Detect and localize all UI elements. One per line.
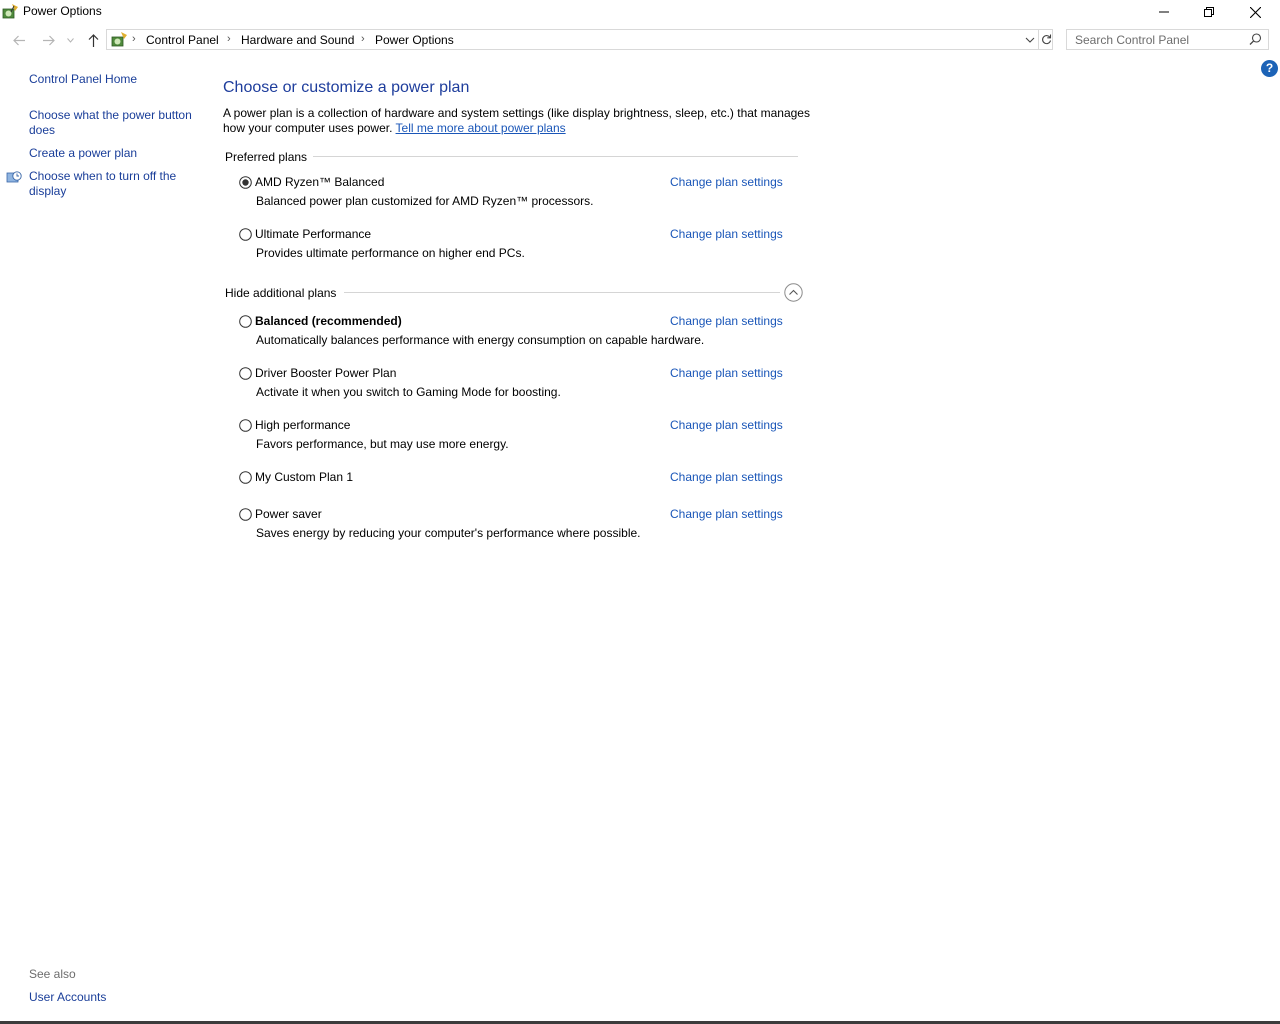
refresh-button[interactable]	[1038, 30, 1054, 49]
search-icon[interactable]	[1249, 33, 1262, 46]
preferred-plans-label: Preferred plans	[225, 150, 314, 164]
breadcrumb-hardware-and-sound[interactable]: Hardware and Sound	[241, 33, 354, 47]
plan-radio-selected[interactable]	[239, 176, 252, 189]
plan-radio[interactable]	[239, 315, 252, 328]
power-plans-help-link[interactable]: Tell me more about power plans	[396, 121, 566, 135]
chevron-down-icon	[66, 37, 74, 43]
plan-radio[interactable]	[239, 471, 252, 484]
power-button-link[interactable]: Choose what the power button does	[29, 108, 201, 138]
plan-description: Provides ultimate performance on higher …	[256, 246, 525, 260]
refresh-icon	[1042, 34, 1052, 45]
plan-name[interactable]: Power saver	[255, 507, 322, 521]
recent-locations-button[interactable]	[64, 31, 76, 49]
back-arrow-icon	[12, 35, 25, 45]
plan-name[interactable]: Driver Booster Power Plan	[255, 366, 396, 380]
hide-additional-plans-toggle[interactable]: Hide additional plans	[225, 286, 343, 300]
breadcrumb-control-panel[interactable]: Control Panel	[146, 33, 219, 47]
control-panel-home-link[interactable]: Control Panel Home	[29, 72, 199, 87]
breadcrumb-power-options[interactable]: Power Options	[375, 33, 454, 47]
change-plan-settings-link[interactable]: Change plan settings	[670, 418, 783, 432]
up-button[interactable]	[84, 31, 102, 49]
title-bar: Power Options	[0, 0, 1280, 24]
help-icon[interactable]: ?	[1261, 60, 1278, 77]
turn-off-display-link[interactable]: Choose when to turn off the display	[29, 169, 194, 199]
close-button[interactable]	[1232, 0, 1278, 24]
change-plan-settings-link[interactable]: Change plan settings	[670, 470, 783, 484]
intro-paragraph: A power plan is a collection of hardware…	[223, 106, 813, 136]
plan-name[interactable]: My Custom Plan 1	[255, 470, 353, 484]
user-accounts-link[interactable]: User Accounts	[29, 990, 106, 1004]
search-input[interactable]: Search Control Panel	[1075, 33, 1189, 47]
window-title: Power Options	[23, 4, 102, 18]
restore-button[interactable]	[1186, 0, 1232, 24]
plan-name[interactable]: Ultimate Performance	[255, 227, 371, 241]
control-panel-icon	[111, 32, 127, 47]
up-arrow-icon	[88, 33, 98, 47]
plan-name[interactable]: Balanced (recommended)	[255, 314, 402, 328]
plan-description: Favors performance, but may use more ene…	[256, 437, 509, 451]
plan-name[interactable]: High performance	[255, 418, 350, 432]
back-button[interactable]	[10, 31, 28, 49]
see-also-label: See also	[29, 967, 76, 981]
plan-radio[interactable]	[239, 367, 252, 380]
address-bar[interactable]: › Control Panel › Hardware and Sound › P…	[106, 29, 1053, 50]
search-box[interactable]: Search Control Panel	[1066, 29, 1269, 50]
plan-radio[interactable]	[239, 508, 252, 521]
collapse-chevron-up-icon[interactable]	[784, 283, 803, 302]
display-clock-icon	[6, 171, 22, 183]
plan-name[interactable]: AMD Ryzen™ Balanced	[255, 175, 384, 189]
minimize-icon	[1159, 11, 1169, 13]
change-plan-settings-link[interactable]: Change plan settings	[670, 314, 783, 328]
page-title: Choose or customize a power plan	[223, 79, 470, 96]
plan-radio[interactable]	[239, 419, 252, 432]
divider	[344, 292, 780, 293]
address-dropdown-icon[interactable]	[1023, 33, 1037, 47]
breadcrumb-separator-icon[interactable]: ›	[227, 33, 231, 45]
breadcrumb-separator-icon: ›	[132, 33, 136, 45]
create-power-plan-link[interactable]: Create a power plan	[29, 146, 199, 161]
change-plan-settings-link[interactable]: Change plan settings	[670, 227, 783, 241]
forward-button[interactable]	[39, 31, 57, 49]
plan-description: Saves energy by reducing your computer's…	[256, 526, 641, 540]
power-options-icon	[2, 4, 18, 19]
plan-description: Automatically balances performance with …	[256, 333, 705, 347]
breadcrumb-separator-icon[interactable]: ›	[361, 33, 365, 45]
change-plan-settings-link[interactable]: Change plan settings	[670, 175, 783, 189]
minimize-button[interactable]	[1141, 0, 1187, 24]
restore-icon	[1204, 7, 1214, 17]
plan-description: Balanced power plan customized for AMD R…	[256, 194, 594, 208]
plan-radio[interactable]	[239, 228, 252, 241]
forward-arrow-icon	[42, 35, 55, 45]
change-plan-settings-link[interactable]: Change plan settings	[670, 366, 783, 380]
change-plan-settings-link[interactable]: Change plan settings	[670, 507, 783, 521]
close-icon	[1249, 6, 1261, 18]
divider	[310, 156, 798, 157]
plan-description: Activate it when you switch to Gaming Mo…	[256, 385, 561, 399]
